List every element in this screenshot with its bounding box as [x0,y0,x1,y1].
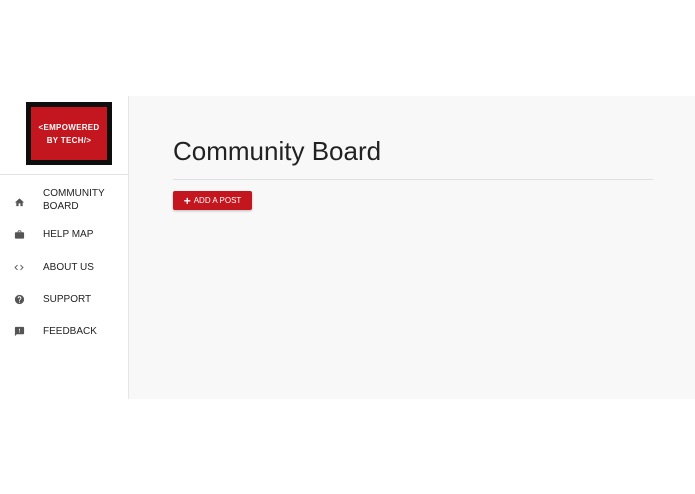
logo[interactable]: <EMPOWERED BY TECH/> [26,102,112,165]
sidebar-item-label: SUPPORT [43,294,92,305]
add-post-button[interactable]: + ADD A POST [173,191,252,210]
plus-icon: + [183,193,191,208]
sidebar-item-about-us[interactable]: ABOUT US [0,250,128,283]
sidebar-item-label: ABOUT US [43,262,94,273]
briefcase-icon [13,228,25,240]
sidebar-item-support[interactable]: SUPPORT [0,283,128,315]
main-content: Community Board + ADD A POST [129,96,695,399]
sidebar-item-label: COMMUNITY BOARD [43,188,105,212]
logo-text: <EMPOWERED BY TECH/> [31,107,107,160]
help-circle-icon [13,293,25,305]
sidebar-item-feedback[interactable]: FEEDBACK [0,315,128,348]
app-shell: <EMPOWERED BY TECH/> COMMUNITY BOARD HEL… [0,96,695,399]
sidebar-item-community-board[interactable]: COMMUNITY BOARD [0,184,128,218]
logo-line-2: BY TECH/> [46,135,92,145]
page-title: Community Board [173,136,382,166]
home-icon [13,196,25,208]
logo-area: <EMPOWERED BY TECH/> [0,96,128,175]
code-icon [13,261,25,273]
feedback-icon [13,325,25,337]
sidebar-item-label: HELP MAP [43,229,94,240]
sidebar-item-label: FEEDBACK [43,326,97,337]
logo-line-1: <EMPOWERED [38,122,100,132]
add-post-button-label: ADD A POST [193,196,242,205]
sidebar: <EMPOWERED BY TECH/> COMMUNITY BOARD HEL… [0,96,129,399]
sidebar-nav: COMMUNITY BOARD HELP MAP ABOUT US SUPPOR… [0,184,128,348]
sidebar-item-help-map[interactable]: HELP MAP [0,218,128,250]
title-divider [173,179,653,180]
